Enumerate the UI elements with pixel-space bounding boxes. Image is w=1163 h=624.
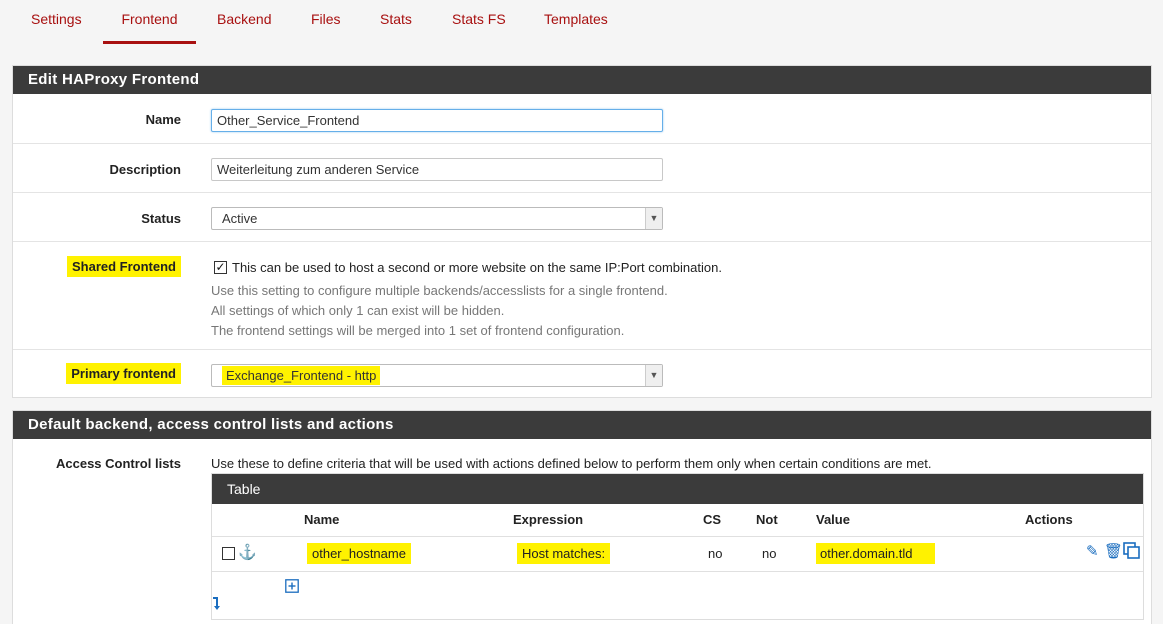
edit-frontend-panel: Edit HAProxy Frontend Name Description S… (12, 65, 1152, 398)
add-icon[interactable] (285, 579, 299, 593)
description-input[interactable] (211, 158, 663, 181)
description-label: Description (109, 162, 181, 177)
status-row: Status Active ▼ (13, 192, 1151, 241)
primary-frontend-label: Primary frontend (66, 363, 181, 384)
chevron-down-icon: ▼ (645, 365, 662, 386)
description-row: Description (13, 143, 1151, 192)
panel-title: Default backend, access control lists an… (13, 411, 1151, 439)
primary-frontend-value: Exchange_Frontend - http (222, 366, 381, 385)
shared-help-line: Use this setting to configure multiple b… (211, 283, 668, 298)
primary-frontend-select[interactable]: Exchange_Frontend - http ▼ (211, 364, 663, 387)
acl-help-text: Use these to define criteria that will b… (211, 456, 932, 471)
anchor-icon[interactable]: ⚓ (238, 543, 257, 561)
acl-label: Access Control lists (56, 456, 181, 471)
column-header-name: Name (304, 512, 340, 527)
status-select[interactable]: Active ▼ (211, 207, 663, 230)
tab-templates[interactable]: Templates (544, 0, 608, 44)
row-select-checkbox[interactable] (222, 547, 235, 560)
chevron-down-icon: ▼ (645, 208, 662, 229)
acl-cs-cell: no (708, 546, 723, 561)
shared-help-line: All settings of which only 1 can exist w… (211, 303, 505, 318)
tab-settings[interactable]: Settings (31, 0, 82, 44)
panel-title: Edit HAProxy Frontend (13, 66, 1151, 94)
tab-stats[interactable]: Stats (380, 0, 412, 44)
edit-icon[interactable]: ✎ (1086, 542, 1099, 560)
acl-name-cell: other_hostname (307, 543, 411, 564)
tab-stats-fs[interactable]: Stats FS (452, 0, 506, 44)
column-header-not: Not (756, 512, 778, 527)
shared-frontend-text: This can be used to host a second or mor… (232, 260, 722, 275)
row-divider (212, 571, 1143, 572)
acl-value-cell: other.domain.tld (816, 543, 935, 564)
shared-frontend-label: Shared Frontend (66, 256, 181, 277)
shared-frontend-row: Shared Frontend ✓ This can be used to ho… (13, 241, 1151, 349)
acl-not-cell: no (762, 546, 777, 561)
row-divider (212, 536, 1143, 537)
tab-backend[interactable]: Backend (217, 0, 271, 44)
tab-bar: Settings Frontend Backend Files Stats St… (0, 0, 1163, 44)
name-row: Name (13, 94, 1151, 143)
name-label: Name (145, 112, 181, 127)
move-down-icon[interactable] (212, 597, 222, 611)
column-header-actions: Actions (1025, 512, 1073, 527)
acl-expression-cell: Host matches: (517, 543, 611, 564)
column-header-cs: CS (703, 512, 722, 527)
tab-frontend[interactable]: Frontend (103, 0, 196, 44)
acl-table: Table Name Expression CS Not Value Actio… (211, 473, 1144, 620)
status-label: Status (141, 211, 181, 226)
shared-frontend-checkbox[interactable]: ✓ (214, 261, 227, 274)
column-header-value: Value (816, 512, 850, 527)
trash-icon[interactable]: 🗑 (1104, 542, 1123, 560)
name-input[interactable] (211, 109, 663, 132)
shared-help-line: The frontend settings will be merged int… (211, 323, 625, 338)
primary-frontend-row: Primary frontend Exchange_Frontend - htt… (13, 349, 1151, 398)
status-selected-value: Active (222, 211, 258, 226)
table-title: Table (212, 474, 1143, 504)
acl-panel: Default backend, access control lists an… (12, 410, 1152, 624)
column-header-expression: Expression (513, 512, 584, 527)
copy-icon[interactable] (1123, 542, 1141, 560)
tab-files[interactable]: Files (311, 0, 341, 44)
